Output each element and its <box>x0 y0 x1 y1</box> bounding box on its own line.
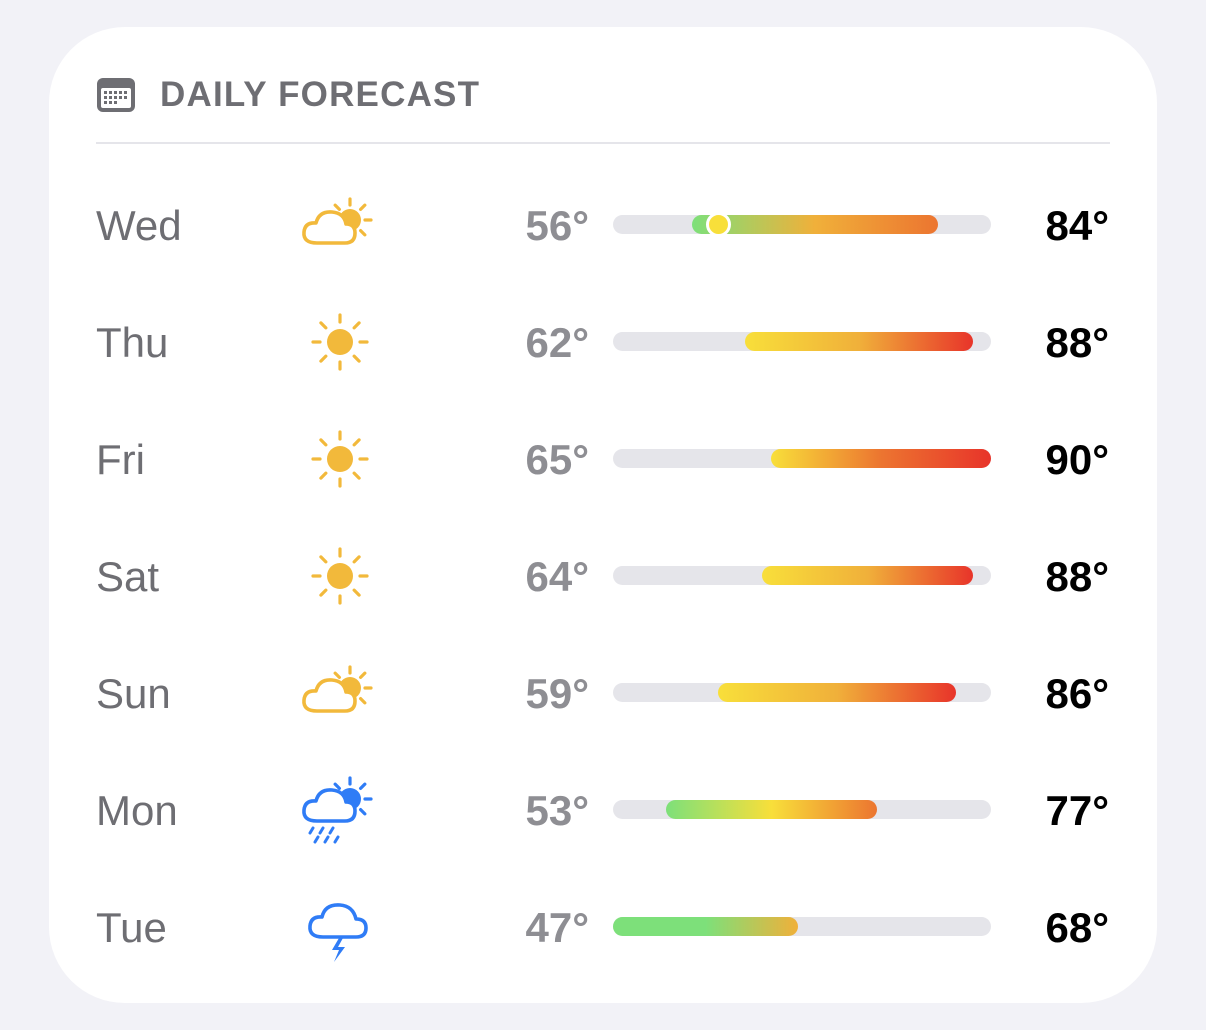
temp-range-fill <box>718 683 956 702</box>
high-temp: 68° <box>1045 904 1109 951</box>
forecast-title: DAILY FORECAST <box>160 75 481 114</box>
low-temp: 64° <box>525 553 589 600</box>
header-divider <box>96 142 1110 144</box>
day-label: Thu <box>96 319 169 366</box>
forecast-row[interactable]: Tue 47° 68° <box>49 887 1157 967</box>
day-label: Wed <box>96 202 182 249</box>
sun-icon <box>295 302 385 382</box>
forecast-row[interactable]: Wed 56° 84° <box>49 185 1157 265</box>
forecast-row[interactable]: Thu 62° 88° <box>49 302 1157 382</box>
temp-range-fill <box>613 917 798 936</box>
temp-range-fill <box>744 332 974 351</box>
low-temp: 53° <box>525 787 589 834</box>
temp-range-bar <box>613 449 991 468</box>
high-temp: 88° <box>1045 553 1109 600</box>
temp-range-fill <box>762 566 974 585</box>
day-label: Fri <box>96 436 145 483</box>
forecast-row[interactable]: Mon 53° 77° <box>49 770 1157 850</box>
high-temp: 88° <box>1045 319 1109 366</box>
low-temp: 47° <box>525 904 589 951</box>
temp-range-bar <box>613 800 991 819</box>
temp-range-bar <box>613 566 991 585</box>
day-label: Tue <box>96 904 167 951</box>
temp-range-bar <box>613 332 991 351</box>
high-temp: 90° <box>1045 436 1109 483</box>
low-temp: 56° <box>525 202 589 249</box>
temp-range-bar <box>613 683 991 702</box>
forecast-header: DAILY FORECAST <box>96 75 480 115</box>
high-temp: 84° <box>1045 202 1109 249</box>
day-label: Mon <box>96 787 178 834</box>
rain-sun-icon <box>295 770 385 850</box>
forecast-row[interactable]: Sat 64° 88° <box>49 536 1157 616</box>
temp-range-fill <box>665 800 877 819</box>
low-temp: 59° <box>525 670 589 717</box>
calendar-icon <box>97 78 135 112</box>
day-label: Sun <box>96 670 171 717</box>
day-label: Sat <box>96 553 160 600</box>
temp-range-bar <box>613 212 991 237</box>
daily-forecast-card: DAILY FORECAST Wed 56° 84° Thu 62° 88° Fri 65° 9… <box>49 27 1157 1003</box>
temp-range-bar <box>613 917 991 936</box>
forecast-row[interactable]: Fri 65° 90° <box>49 419 1157 499</box>
high-temp: 77° <box>1045 787 1109 834</box>
partly-cloudy-icon <box>295 653 385 733</box>
temp-range-fill <box>771 449 991 468</box>
thunderstorm-icon <box>295 887 385 967</box>
low-temp: 62° <box>525 319 589 366</box>
sun-icon <box>295 536 385 616</box>
sun-icon <box>295 419 385 499</box>
partly-cloudy-icon <box>295 185 385 265</box>
high-temp: 86° <box>1045 670 1109 717</box>
forecast-row[interactable]: Sun 59° 86° <box>49 653 1157 733</box>
low-temp: 65° <box>525 436 589 483</box>
